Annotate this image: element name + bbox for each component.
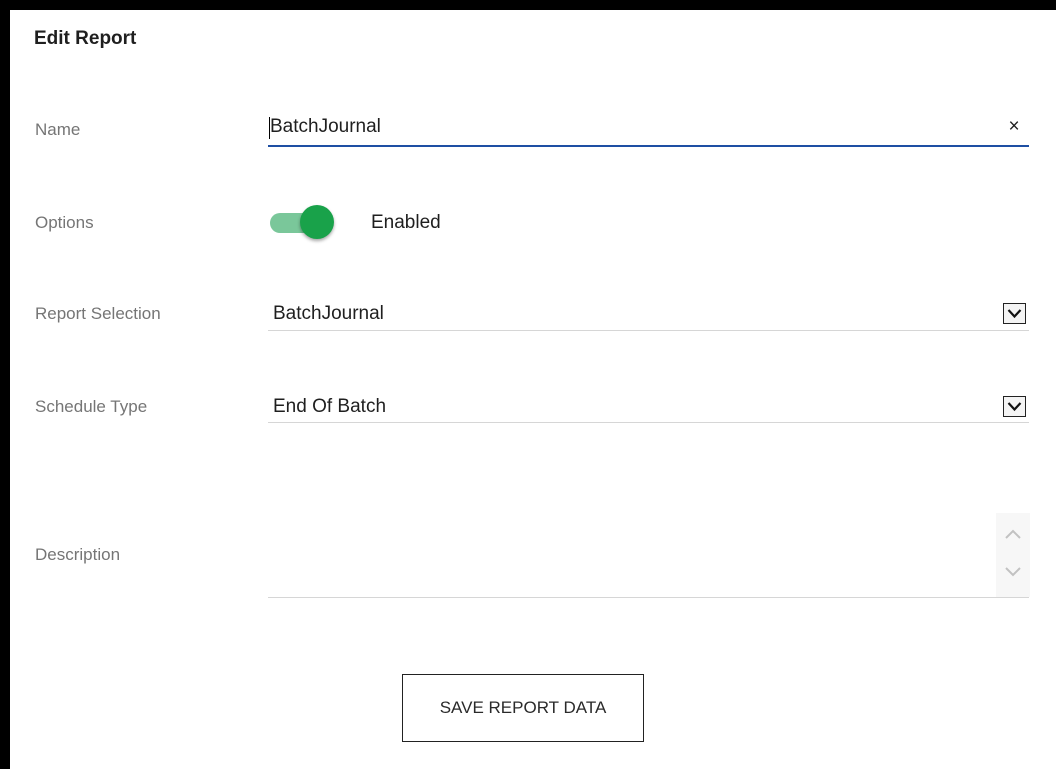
description-label: Description xyxy=(35,545,121,564)
report-selection-dropdown-button[interactable] xyxy=(1003,303,1026,324)
schedule-type-underline xyxy=(268,422,1029,423)
chevron-down-icon[interactable] xyxy=(1004,565,1022,579)
report-selection-underline xyxy=(268,330,1029,331)
close-icon[interactable]: × xyxy=(1005,116,1023,138)
edit-report-dialog xyxy=(0,0,1056,769)
options-label: Options xyxy=(35,213,94,232)
schedule-type-select[interactable]: End Of Batch xyxy=(273,396,386,418)
chevron-up-icon[interactable] xyxy=(1004,527,1022,541)
description-scrollbar[interactable] xyxy=(996,513,1030,597)
text-cursor xyxy=(269,117,270,139)
name-input[interactable]: BatchJournal xyxy=(270,116,381,138)
chevron-down-icon xyxy=(1007,402,1022,412)
save-report-data-button[interactable]: SAVE REPORT DATA xyxy=(402,674,644,742)
description-underline xyxy=(268,597,1029,598)
enabled-toggle[interactable] xyxy=(268,204,338,240)
toggle-knob xyxy=(300,205,334,239)
name-input-underline xyxy=(268,145,1029,147)
toggle-status-text: Enabled xyxy=(371,212,441,233)
report-selection-select[interactable]: BatchJournal xyxy=(273,303,384,325)
dialog-title: Edit Report xyxy=(34,28,137,49)
schedule-type-label: Schedule Type xyxy=(35,397,148,416)
chevron-down-icon xyxy=(1007,309,1022,319)
report-selection-label: Report Selection xyxy=(35,304,161,323)
schedule-type-dropdown-button[interactable] xyxy=(1003,396,1026,417)
name-label: Name xyxy=(35,120,81,139)
